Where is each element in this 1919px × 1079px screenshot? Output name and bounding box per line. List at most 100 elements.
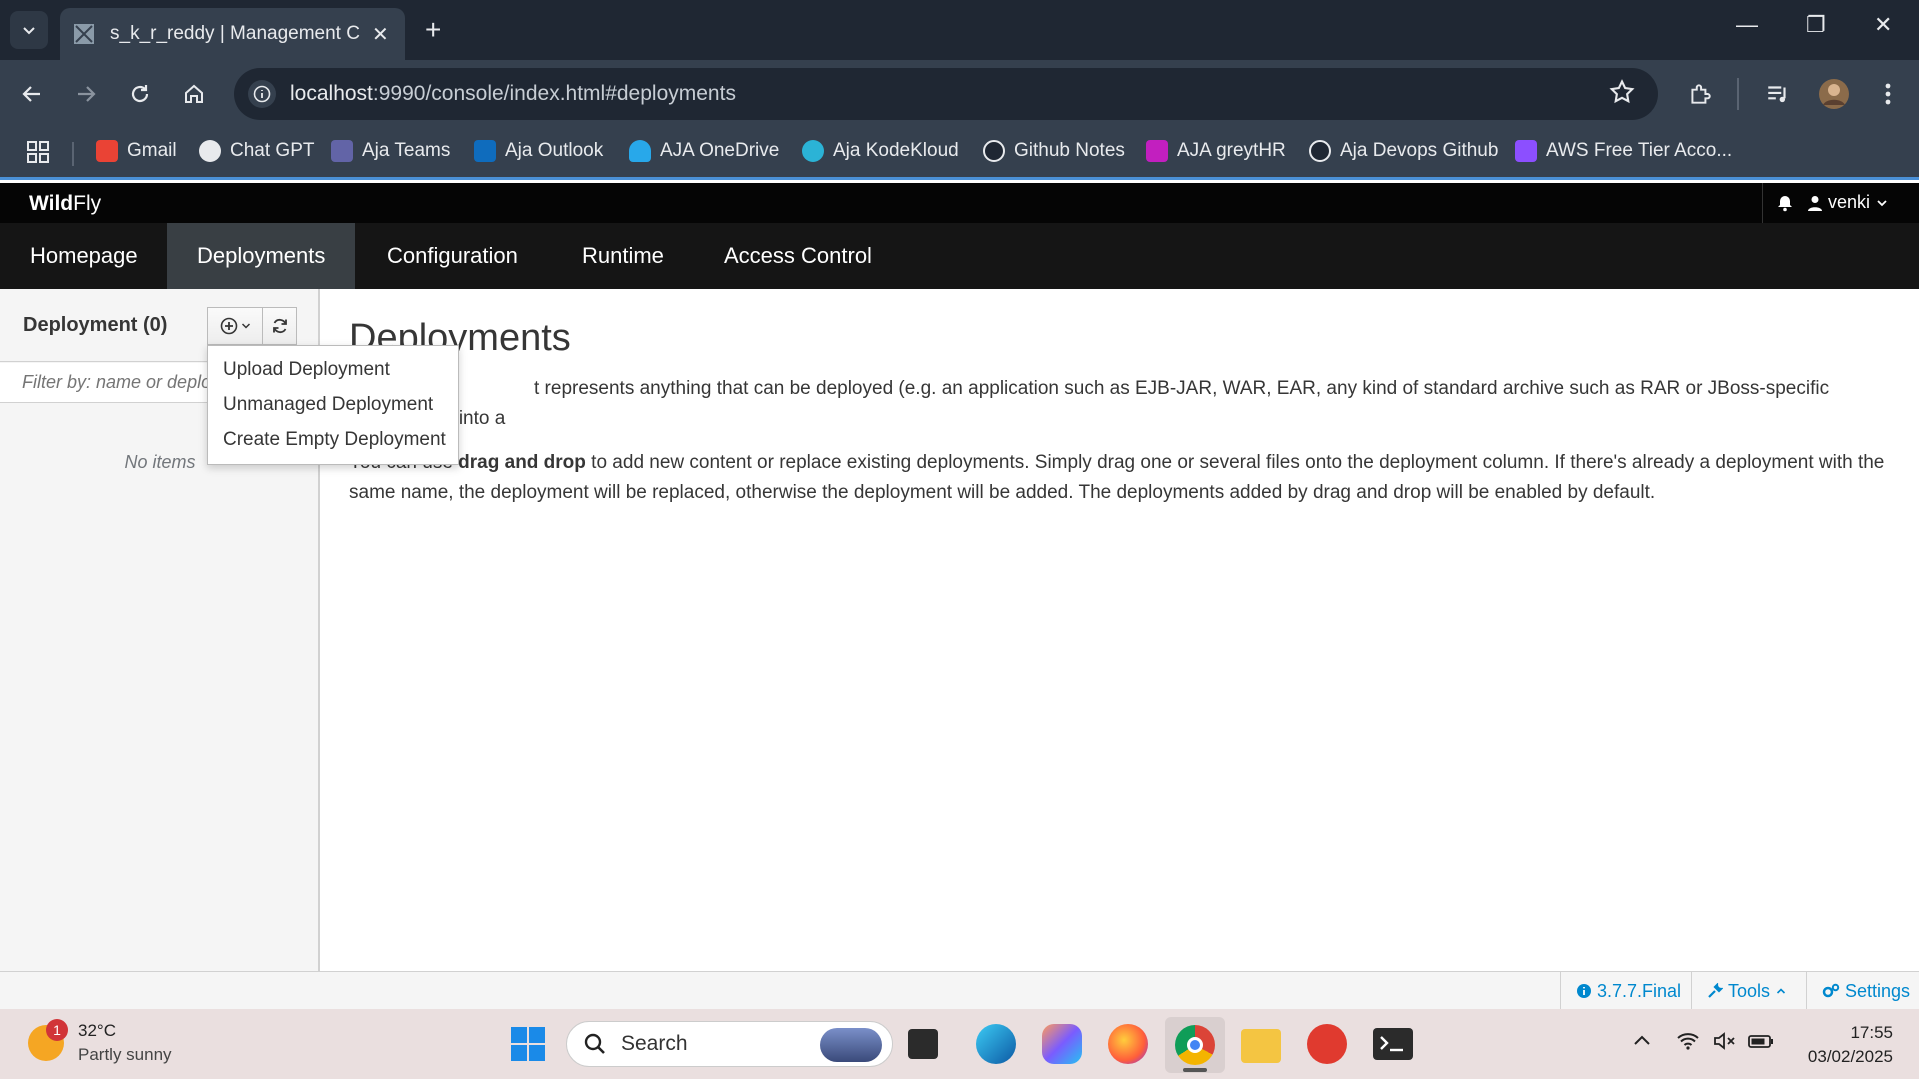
app-footer: 3.7.7.Final Tools Settings: [0, 971, 1919, 1010]
edge-icon[interactable]: [976, 1024, 1016, 1064]
site-info-icon[interactable]: [248, 80, 276, 108]
column-actions: [207, 307, 297, 345]
github-icon: [983, 140, 1005, 162]
nav-access-control[interactable]: Access Control: [694, 223, 902, 289]
bookmark-github-notes[interactable]: Github Notes: [983, 140, 1125, 162]
reload-button[interactable]: [124, 78, 156, 110]
bookmarks-bar: Gmail Chat GPT Aja Teams Aja Outlook AJA…: [0, 128, 1919, 180]
forward-button[interactable]: [70, 78, 102, 110]
column-title: Deployment (0): [23, 314, 168, 336]
system-clock[interactable]: 17:55 03/02/2025: [1808, 1021, 1893, 1069]
browser-tab-active[interactable]: s_k_r_reddy | Management Con ✕: [60, 8, 405, 60]
apps-grid-icon: [27, 141, 49, 163]
close-window-button[interactable]: ✕: [1874, 12, 1892, 38]
chevron-up-icon: [1634, 1035, 1650, 1045]
chrome-app-active[interactable]: [1165, 1017, 1225, 1073]
windows-logo-icon: [511, 1027, 545, 1061]
settings-link[interactable]: Settings: [1806, 972, 1919, 1010]
tab-search-button[interactable]: [10, 11, 48, 49]
chevron-down-icon: [1877, 199, 1887, 206]
bookmark-aja-kodekloud[interactable]: Aja KodeKloud: [802, 140, 959, 162]
wildfly-logo[interactable]: WildFly: [29, 192, 101, 216]
home-button[interactable]: [178, 78, 210, 110]
arrow-left-icon: [22, 86, 40, 102]
add-deployment-button[interactable]: [208, 308, 262, 344]
info-circle-icon: [1577, 984, 1591, 998]
bookmark-gmail[interactable]: Gmail: [96, 140, 177, 162]
restore-button[interactable]: ❐: [1806, 12, 1826, 38]
onedrive-icon: [629, 140, 651, 162]
tools-menu[interactable]: Tools: [1691, 972, 1801, 1010]
file-explorer-icon[interactable]: [1241, 1029, 1281, 1063]
nav-configuration[interactable]: Configuration: [357, 223, 548, 289]
address-bar[interactable]: localhost:9990/console/index.html#deploy…: [234, 68, 1658, 120]
add-deployment-dropdown: Upload Deployment Unmanaged Deployment C…: [207, 345, 459, 465]
active-indicator: [1183, 1068, 1207, 1072]
nav-deployments[interactable]: Deployments: [167, 223, 356, 289]
tab-close-icon[interactable]: ✕: [372, 22, 389, 47]
task-view-icon[interactable]: [908, 1029, 938, 1059]
arrow-right-icon: [78, 86, 96, 102]
nav-homepage[interactable]: Homepage: [0, 223, 168, 289]
content-area: Deployments t represents anything that c…: [322, 289, 1919, 971]
show-hidden-icons-button[interactable]: [1632, 1031, 1652, 1056]
browser-toolbar: localhost:9990/console/index.html#deploy…: [0, 60, 1919, 128]
puzzle-icon: [1691, 84, 1711, 104]
wildfly-favicon-icon: [74, 24, 94, 44]
wifi-icon[interactable]: [1676, 1031, 1700, 1056]
battery-icon[interactable]: [1748, 1031, 1774, 1056]
chevron-down-icon: [23, 27, 35, 35]
browser-tab-strip: s_k_r_reddy | Management Con ✕ + — ❐ ✕: [0, 0, 1919, 60]
bookmark-star-icon[interactable]: [1608, 78, 1636, 111]
aws-cube-icon: [1515, 140, 1537, 162]
greythr-icon: [1146, 140, 1168, 162]
back-button[interactable]: [16, 78, 48, 110]
firefox-icon[interactable]: [1108, 1024, 1148, 1064]
wps-office-icon[interactable]: [1307, 1024, 1347, 1064]
toolbar-divider: [1737, 78, 1739, 110]
version-link[interactable]: 3.7.7.Final: [1560, 972, 1696, 1010]
menu-item-upload-deployment[interactable]: Upload Deployment: [208, 352, 458, 387]
bookmark-aja-devops-github[interactable]: Aja Devops Github: [1309, 140, 1498, 162]
weather-temperature: 32°C: [78, 1021, 116, 1040]
search-label: Search: [621, 1032, 688, 1055]
minimize-button[interactable]: —: [1736, 12, 1758, 38]
taskbar-search[interactable]: Search: [566, 1021, 893, 1067]
gears-icon: [1822, 983, 1840, 998]
bookmark-aja-teams[interactable]: Aja Teams: [331, 140, 450, 162]
main-navigation: Homepage Deployments Configuration Runti…: [0, 223, 1919, 289]
media-controls-button[interactable]: [1762, 78, 1794, 110]
search-icon: [584, 1033, 605, 1054]
kodekloud-icon: [802, 140, 824, 162]
search-highlight-image: [820, 1028, 882, 1062]
weather-widget[interactable]: 1 32°C Partly sunny: [28, 1019, 172, 1065]
extensions-button[interactable]: [1684, 78, 1716, 110]
chevron-down-icon: [241, 323, 250, 329]
apps-grid-button[interactable]: [26, 140, 50, 164]
bookmark-aja-greythr[interactable]: AJA greytHR: [1146, 140, 1286, 162]
refresh-button[interactable]: [262, 308, 296, 344]
user-menu[interactable]: venki: [1808, 192, 1888, 213]
clock-date: 03/02/2025: [1807, 1047, 1893, 1066]
menu-item-unmanaged-deployment[interactable]: Unmanaged Deployment: [208, 387, 458, 422]
copilot-icon[interactable]: [1042, 1024, 1082, 1064]
menu-item-create-empty-deployment[interactable]: Create Empty Deployment: [208, 422, 458, 457]
profile-avatar[interactable]: [1818, 78, 1850, 110]
terminal-icon[interactable]: [1373, 1028, 1413, 1060]
bookmark-aws-free-tier[interactable]: AWS Free Tier Acco...: [1515, 140, 1732, 162]
notifications-button[interactable]: [1762, 183, 1806, 223]
kebab-menu-icon: [1885, 83, 1891, 105]
bookmark-aja-onedrive[interactable]: AJA OneDrive: [629, 140, 779, 162]
playlist-icon: [1768, 86, 1786, 103]
chatgpt-icon: [199, 140, 221, 162]
bookmark-chatgpt[interactable]: Chat GPT: [199, 140, 314, 162]
start-button[interactable]: [508, 1024, 548, 1064]
chevron-up-icon: [1776, 988, 1786, 994]
user-icon: [1808, 195, 1822, 211]
browser-menu-button[interactable]: [1872, 78, 1904, 110]
bookmark-aja-outlook[interactable]: Aja Outlook: [474, 140, 603, 162]
nav-runtime[interactable]: Runtime: [552, 223, 694, 289]
home-icon: [185, 84, 203, 103]
speaker-muted-icon[interactable]: [1712, 1031, 1736, 1056]
new-tab-button[interactable]: +: [425, 14, 441, 46]
